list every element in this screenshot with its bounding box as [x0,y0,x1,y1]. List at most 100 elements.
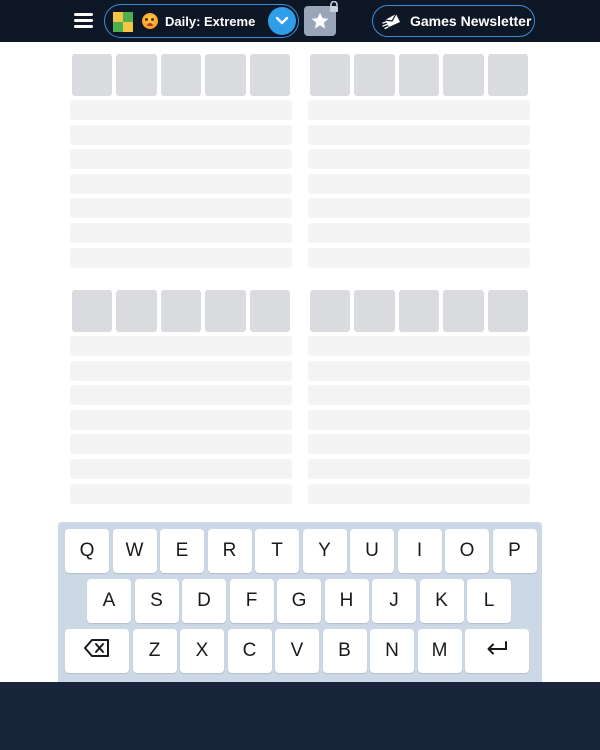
guess-rows [308,336,530,504]
letter-tile [310,290,351,332]
key-i[interactable]: I [397,529,442,573]
backspace-icon [84,639,110,663]
key-m[interactable]: M [417,629,462,673]
newsletter-label: Games Newsletter [410,13,532,29]
letter-tile [160,54,202,96]
letter-tile [310,54,351,96]
letter-tile [160,290,202,332]
enter-key[interactable] [465,629,529,673]
key-r[interactable]: R [207,529,252,573]
hamburger-icon [74,13,93,16]
letter-tile [487,290,528,332]
guess-row [70,124,292,145]
grid-logo-icon [113,12,133,32]
game-mode-label: Daily: Extreme [165,14,256,29]
guess-row [70,385,292,406]
letter-tile [443,54,484,96]
game-mode-dropdown[interactable]: Daily: Extreme [104,4,299,38]
key-p[interactable]: P [492,529,537,573]
guess-row [70,360,292,381]
letter-tile [443,290,484,332]
letter-tile [205,290,246,332]
games-newsletter-button[interactable]: Games Newsletter [372,5,535,37]
guess-row [308,222,530,243]
word-board-4 [308,290,530,504]
key-u[interactable]: U [350,529,394,573]
guess-row [70,222,292,243]
guess-row [308,458,530,479]
guess-row [308,434,530,455]
key-s[interactable]: S [134,579,179,623]
letter-tile [354,54,395,96]
key-q[interactable]: Q [65,529,109,573]
key-e[interactable]: E [160,529,204,573]
guess-row [70,247,292,268]
backspace-key[interactable] [65,629,129,673]
menu-button[interactable] [74,10,94,32]
guess-row [70,483,292,504]
key-j[interactable]: J [372,579,416,623]
top-bar: Daily: Extreme Games Newsletter [0,0,600,42]
guess-row [70,336,292,356]
key-a[interactable]: A [87,579,131,623]
key-z[interactable]: Z [132,629,177,673]
key-b[interactable]: B [322,629,367,673]
guess-row [70,434,292,455]
guess-row [70,198,292,219]
angry-face-icon [142,13,158,29]
guess-tiles [70,290,292,332]
guess-tiles [70,54,292,96]
key-y[interactable]: Y [302,529,347,573]
word-board-1 [70,54,292,268]
letter-tile [116,290,157,332]
key-d[interactable]: D [182,579,226,623]
enter-icon [485,640,509,662]
word-board-3 [70,290,292,504]
key-n[interactable]: N [370,629,414,673]
letter-tile [354,290,395,332]
guess-row [308,336,530,356]
key-t[interactable]: T [255,529,299,573]
key-o[interactable]: O [445,529,489,573]
guess-row [308,173,530,194]
guess-row [308,124,530,145]
key-v[interactable]: V [275,629,319,673]
chevron-down-icon[interactable] [268,7,296,35]
guess-tiles [308,290,530,332]
key-l[interactable]: L [467,579,511,623]
key-g[interactable]: G [277,579,321,623]
key-f[interactable]: F [229,579,274,623]
guess-row [308,360,530,381]
word-board-2 [308,54,530,268]
letter-tile [398,54,440,96]
guess-row [70,458,292,479]
letter-tile [249,290,290,332]
letter-tile [205,54,246,96]
guess-tiles [308,54,530,96]
guess-rows [70,100,292,268]
guess-rows [308,100,530,268]
key-c[interactable]: C [227,629,272,673]
guess-row [308,483,530,504]
guess-row [308,198,530,219]
star-icon [311,12,329,29]
guess-row [70,173,292,194]
guess-rows [70,336,292,504]
guess-row [308,247,530,268]
letter-tile [72,54,113,96]
guess-row [308,149,530,170]
on-screen-keyboard: QWERTYUIOP ASDFGHJKL ZXCVBNM [58,522,542,682]
lock-icon [328,0,340,12]
letter-tile [249,54,290,96]
key-x[interactable]: X [180,629,224,673]
guess-row [308,385,530,406]
letter-tile [398,290,440,332]
key-h[interactable]: H [324,579,369,623]
letter-tile [116,54,157,96]
guess-row [70,100,292,120]
key-k[interactable]: K [419,579,464,623]
envelope-icon [382,13,400,30]
footer-bar [0,682,600,750]
guess-row [308,409,530,430]
key-w[interactable]: W [112,529,157,573]
